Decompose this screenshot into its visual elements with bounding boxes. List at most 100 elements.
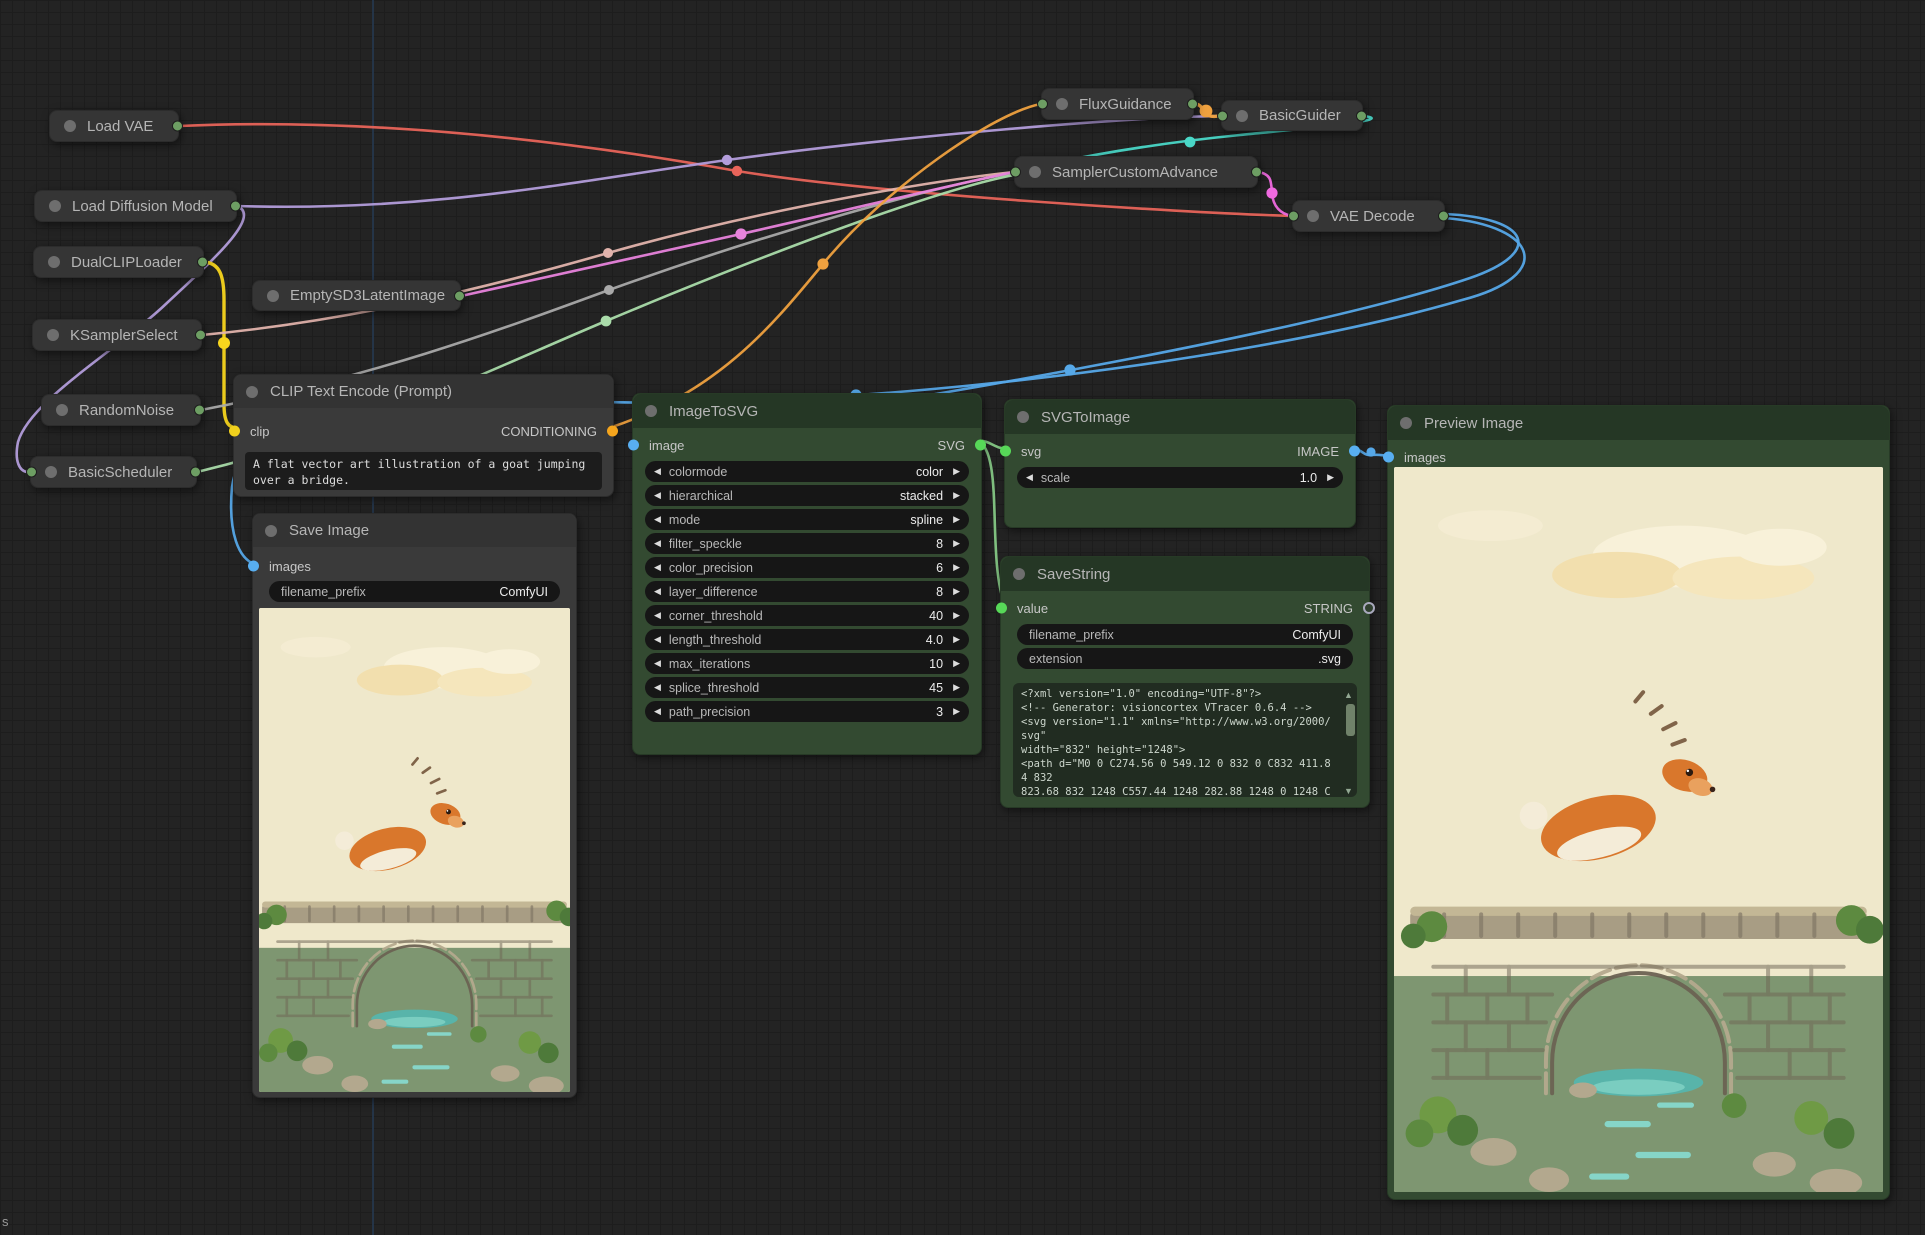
string-output-port[interactable] — [1363, 602, 1375, 614]
svg-input-port[interactable] — [1000, 446, 1011, 457]
svg-output-port[interactable] — [975, 440, 986, 451]
widget-filter-speckle[interactable]: ◀ filter_speckle 8 ▶ — [645, 533, 969, 554]
decrement-icon[interactable]: ◀ — [654, 635, 661, 644]
widget-corner-threshold[interactable]: ◀ corner_threshold 40 ▶ — [645, 605, 969, 626]
decrement-icon[interactable]: ◀ — [654, 707, 661, 716]
collapse-dot-icon[interactable] — [1236, 110, 1248, 122]
node-image-to-svg[interactable]: ImageToSVG image SVG ◀ colormode color ▶… — [632, 393, 982, 755]
node-ksampler-select[interactable]: KSamplerSelect — [32, 319, 202, 351]
widget-length-threshold[interactable]: ◀ length_threshold 4.0 ▶ — [645, 629, 969, 650]
input-port[interactable] — [1037, 99, 1048, 110]
increment-icon[interactable]: ▶ — [953, 611, 960, 620]
output-port[interactable] — [190, 467, 201, 478]
output-port[interactable] — [195, 330, 206, 341]
node-header[interactable]: Preview Image — [1388, 406, 1889, 440]
collapse-dot-icon[interactable] — [49, 200, 61, 212]
input-port[interactable] — [1010, 167, 1021, 178]
image-input-port[interactable] — [628, 440, 639, 451]
value-input-port[interactable] — [996, 603, 1007, 614]
collapse-dot-icon[interactable] — [1056, 98, 1068, 110]
node-random-noise[interactable]: RandomNoise — [41, 394, 201, 426]
increment-icon[interactable]: ▶ — [953, 659, 960, 668]
output-port[interactable] — [1187, 99, 1198, 110]
input-port[interactable] — [26, 467, 37, 478]
collapse-dot-icon[interactable] — [48, 256, 60, 268]
node-load-diffusion-model[interactable]: Load Diffusion Model — [34, 190, 237, 222]
output-port[interactable] — [172, 121, 183, 132]
decrement-icon[interactable]: ◀ — [654, 683, 661, 692]
widget-splice-threshold[interactable]: ◀ splice_threshold 45 ▶ — [645, 677, 969, 698]
node-preview-image[interactable]: Preview Image images — [1387, 405, 1890, 1200]
collapse-dot-icon[interactable] — [1400, 417, 1412, 429]
increment-icon[interactable]: ▶ — [953, 491, 960, 500]
widget-layer-difference[interactable]: ◀ layer_difference 8 ▶ — [645, 581, 969, 602]
node-svg-to-image[interactable]: SVGToImage svg IMAGE ◀ scale 1.0 ▶ — [1004, 399, 1356, 528]
increment-icon[interactable]: ▶ — [953, 587, 960, 596]
widget-filename-prefix[interactable]: filename_prefix ComfyUI — [1017, 624, 1353, 645]
decrement-icon[interactable]: ◀ — [654, 491, 661, 500]
node-header[interactable]: SVGToImage — [1005, 400, 1355, 434]
collapse-dot-icon[interactable] — [45, 466, 57, 478]
svg-code-textarea[interactable]: <?xml version="1.0" encoding="UTF-8"?> <… — [1013, 683, 1357, 797]
increment-icon[interactable]: ▶ — [953, 683, 960, 692]
widget-scale[interactable]: ◀ scale 1.0 ▶ — [1017, 467, 1343, 488]
node-save-string[interactable]: SaveString value STRING filename_prefix … — [1000, 556, 1370, 808]
scroll-down-icon[interactable]: ▼ — [1344, 786, 1911, 796]
widget-colormode[interactable]: ◀ colormode color ▶ — [645, 461, 969, 482]
output-port[interactable] — [454, 290, 465, 301]
collapse-dot-icon[interactable] — [1017, 411, 1029, 423]
node-save-image[interactable]: Save Image images filename_prefix ComfyU… — [252, 513, 577, 1098]
widget-extension[interactable]: extension .svg — [1017, 648, 1353, 669]
increment-icon[interactable]: ▶ — [953, 539, 960, 548]
prompt-textarea[interactable]: A flat vector art illustration of a goat… — [245, 452, 602, 490]
collapse-dot-icon[interactable] — [645, 405, 657, 417]
images-input-port[interactable] — [1383, 452, 1394, 463]
widget-max-iterations[interactable]: ◀ max_iterations 10 ▶ — [645, 653, 969, 674]
image-output-port[interactable] — [1349, 446, 1360, 457]
node-vae-decode[interactable]: VAE Decode — [1292, 200, 1445, 232]
node-clip-text-encode[interactable]: CLIP Text Encode (Prompt) clip CONDITION… — [233, 374, 614, 497]
decrement-icon[interactable]: ◀ — [654, 587, 661, 596]
widget-color-precision[interactable]: ◀ color_precision 6 ▶ — [645, 557, 969, 578]
node-flux-guidance[interactable]: FluxGuidance — [1041, 88, 1194, 120]
decrement-icon[interactable]: ◀ — [654, 467, 661, 476]
decrement-icon[interactable]: ◀ — [654, 515, 661, 524]
decrement-icon[interactable]: ◀ — [1026, 473, 1033, 482]
node-basic-scheduler[interactable]: BasicScheduler — [30, 456, 197, 488]
collapse-dot-icon[interactable] — [265, 525, 277, 537]
scrollbar-thumb[interactable] — [1346, 704, 1355, 736]
collapse-dot-icon[interactable] — [246, 386, 258, 398]
conditioning-output-port[interactable] — [607, 426, 618, 437]
increment-icon[interactable]: ▶ — [953, 467, 960, 476]
node-sampler-custom-advance[interactable]: SamplerCustomAdvance — [1014, 156, 1258, 188]
input-port[interactable] — [1217, 110, 1228, 121]
output-port[interactable] — [197, 257, 208, 268]
widget-filename-prefix[interactable]: filename_prefix ComfyUI — [269, 581, 560, 602]
widget-mode[interactable]: ◀ mode spline ▶ — [645, 509, 969, 530]
input-port[interactable] — [1288, 211, 1299, 222]
node-empty-sd3-latent-image[interactable]: EmptySD3LatentImage — [252, 280, 461, 311]
collapse-dot-icon[interactable] — [1307, 210, 1319, 222]
output-port[interactable] — [194, 405, 205, 416]
scroll-up-icon[interactable]: ▲ — [1344, 690, 1911, 700]
output-port[interactable] — [1356, 110, 1367, 121]
increment-icon[interactable]: ▶ — [953, 515, 960, 524]
node-graph-canvas[interactable]: Load VAE Load Diffusion Model DualCLIPLo… — [0, 0, 1925, 1235]
increment-icon[interactable]: ▶ — [1327, 473, 1334, 482]
collapse-dot-icon[interactable] — [47, 329, 59, 341]
widget-hierarchical[interactable]: ◀ hierarchical stacked ▶ — [645, 485, 969, 506]
node-header[interactable]: CLIP Text Encode (Prompt) — [234, 375, 613, 408]
widget-path-precision[interactable]: ◀ path_precision 3 ▶ — [645, 701, 969, 722]
increment-icon[interactable]: ▶ — [953, 635, 960, 644]
collapse-dot-icon[interactable] — [1029, 166, 1041, 178]
node-header[interactable]: Save Image — [253, 514, 576, 547]
decrement-icon[interactable]: ◀ — [654, 563, 661, 572]
node-dual-clip-loader[interactable]: DualCLIPLoader — [33, 246, 204, 278]
decrement-icon[interactable]: ◀ — [654, 539, 661, 548]
images-input-port[interactable] — [248, 561, 259, 572]
increment-icon[interactable]: ▶ — [953, 707, 960, 716]
node-header[interactable]: SaveString — [1001, 557, 1369, 591]
decrement-icon[interactable]: ◀ — [654, 659, 661, 668]
collapse-dot-icon[interactable] — [64, 120, 76, 132]
output-port[interactable] — [1438, 211, 1449, 222]
